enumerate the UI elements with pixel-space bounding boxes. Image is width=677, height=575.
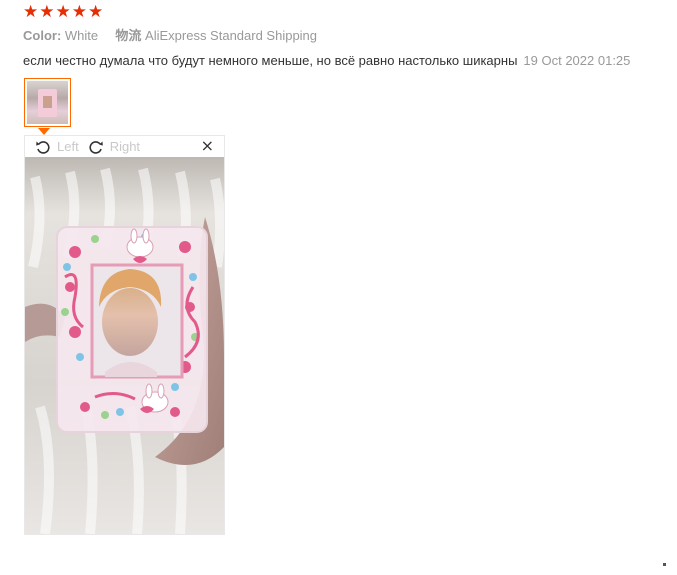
rotate-left-icon	[36, 140, 50, 154]
rotate-right-button[interactable]: Right	[88, 139, 140, 155]
review-photo-thumbnail[interactable]	[24, 78, 71, 127]
active-thumbnail-caret	[38, 128, 50, 135]
review-line: если честно думала что будут немного мен…	[23, 53, 630, 69]
rating-stars: ★ ★ ★ ★ ★	[23, 4, 103, 21]
shipping-label: 物流	[115, 28, 142, 43]
star-icon: ★	[39, 2, 55, 22]
star-icon: ★	[55, 2, 71, 22]
star-icon: ★	[88, 2, 104, 22]
star-icon: ★	[71, 2, 87, 22]
rotate-left-label: Left	[57, 139, 79, 154]
photo-illustration	[25, 157, 224, 534]
photo-viewer: Left Right ×	[24, 135, 225, 535]
color-label: Color:	[23, 28, 62, 43]
rotate-left-button[interactable]: Left	[35, 139, 79, 155]
review-date: 19 Oct 2022 01:25	[523, 53, 631, 68]
review-photo-large	[25, 157, 224, 534]
close-icon[interactable]: ×	[201, 137, 214, 155]
rotate-right-label: Right	[109, 139, 141, 154]
rotate-right-icon	[89, 140, 103, 154]
shipping-value: AliExpress Standard Shipping	[145, 28, 318, 43]
review-meta: Color: White 物流 AliExpress Standard Ship…	[23, 28, 317, 44]
color-value: White	[64, 28, 99, 43]
viewer-toolbar: Left Right ×	[25, 136, 224, 157]
page-corner-dot	[663, 563, 666, 566]
thumbnail-image	[27, 81, 68, 124]
star-icon: ★	[23, 2, 39, 22]
review-text: если честно думала что будут немного мен…	[23, 53, 518, 68]
